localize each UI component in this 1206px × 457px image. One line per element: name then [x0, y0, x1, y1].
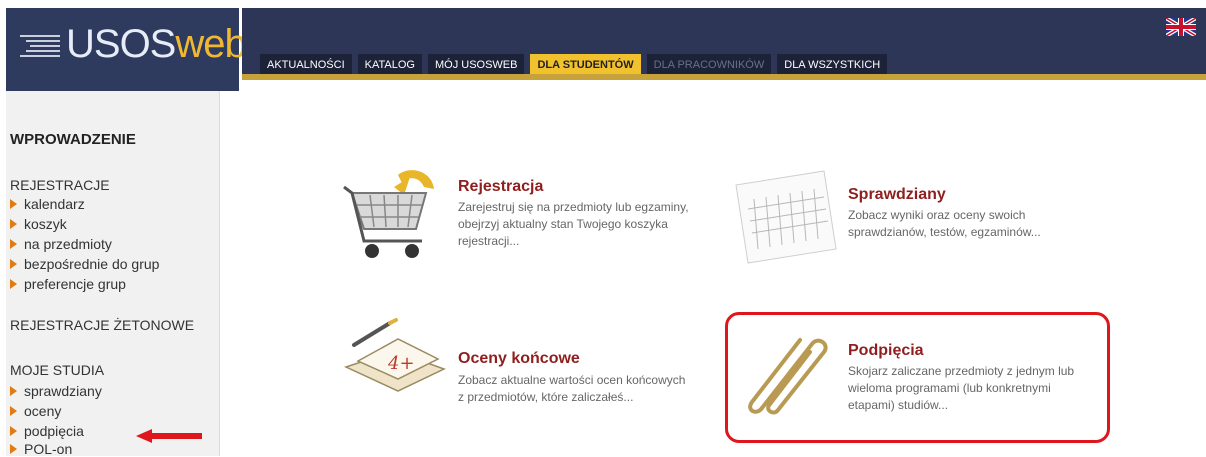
nav-stripe	[242, 74, 1206, 80]
sidebar-item-preferencje[interactable]: preferencje grup	[10, 276, 126, 292]
sidebar-token-registrations[interactable]: REJESTRACJE ŻETONOWE	[10, 317, 194, 333]
rejestracja-desc-line2: obejrzyj aktualny stan Twojego koszyka	[458, 217, 668, 231]
bullet-icon	[10, 279, 17, 289]
bullet-icon	[10, 199, 17, 209]
sidebar-item-na-przedmioty[interactable]: na przedmioty	[10, 236, 112, 252]
rejestracja-desc-line1: Zarejestruj się na przedmioty lub egzami…	[458, 200, 689, 214]
bullet-icon	[10, 406, 17, 416]
sprawdziany-desc-line1: Zobacz wyniki oraz oceny swoich	[848, 208, 1026, 222]
oceny-desc-line1: Zobacz aktualne wartości ocen końcowych	[458, 373, 686, 387]
grade-text: 4+	[387, 353, 415, 374]
sidebar-item-podpiecia[interactable]: podpięcia	[10, 423, 84, 439]
shopping-cart-icon[interactable]	[340, 165, 444, 265]
sidebar-item-oceny[interactable]: oceny	[10, 403, 61, 419]
red-arrow-annotation-icon	[136, 429, 202, 443]
bullet-icon	[10, 426, 17, 436]
sidebar-registrations-heading[interactable]: REJESTRACJE	[10, 177, 110, 193]
sidebar-my-studies-heading[interactable]: MOJE STUDIA	[10, 362, 104, 378]
sidebar-item-bezposrednie[interactable]: bezpośrednie do grup	[10, 256, 159, 272]
bullet-icon	[10, 444, 17, 454]
usosweb-logo[interactable]: USOSweb	[6, 8, 247, 91]
rejestracja-desc-line3: rejestracji...	[458, 234, 520, 248]
sprawdziany-desc-line2: sprawdzianów, testów, egzaminów...	[848, 225, 1041, 239]
header: USOSweb AKTUALNOŚCI KATALOG MÓJ USOSWEB …	[0, 0, 1206, 91]
sidebar-intro-link[interactable]: WPROWADZENIE	[10, 131, 136, 148]
bullet-icon	[10, 386, 17, 396]
podpiecia-highlight-annotation	[725, 312, 1110, 443]
bullet-icon	[10, 259, 17, 269]
sidebar-item-kalendarz[interactable]: kalendarz	[10, 196, 85, 212]
uk-flag-icon[interactable]	[1166, 18, 1196, 36]
test-sheet-icon[interactable]	[732, 165, 840, 265]
sprawdziany-title[interactable]: Sprawdziany	[848, 186, 946, 204]
bullet-icon	[10, 239, 17, 249]
sidebar-item-sprawdziany[interactable]: sprawdziany	[10, 383, 102, 399]
bullet-icon	[10, 219, 17, 229]
top-navigation: AKTUALNOŚCI KATALOG MÓJ USOSWEB DLA STUD…	[242, 8, 1206, 80]
logo-text: USOSweb	[66, 22, 247, 66]
rejestracja-title[interactable]: Rejestracja	[458, 178, 543, 196]
sidebar-item-koszyk[interactable]: koszyk	[10, 216, 67, 232]
oceny-desc-line2: z przedmiotów, które zaliczałeś...	[458, 390, 634, 404]
grade-book-icon[interactable]: 4+	[340, 315, 448, 415]
oceny-title[interactable]: Oceny końcowe	[458, 350, 580, 368]
sidebar-item-pol-on[interactable]: POL-on	[10, 441, 72, 457]
sidebar: WPROWADZENIE REJESTRACJE kalendarz koszy…	[6, 91, 220, 457]
logo-lines-icon	[20, 35, 60, 57]
